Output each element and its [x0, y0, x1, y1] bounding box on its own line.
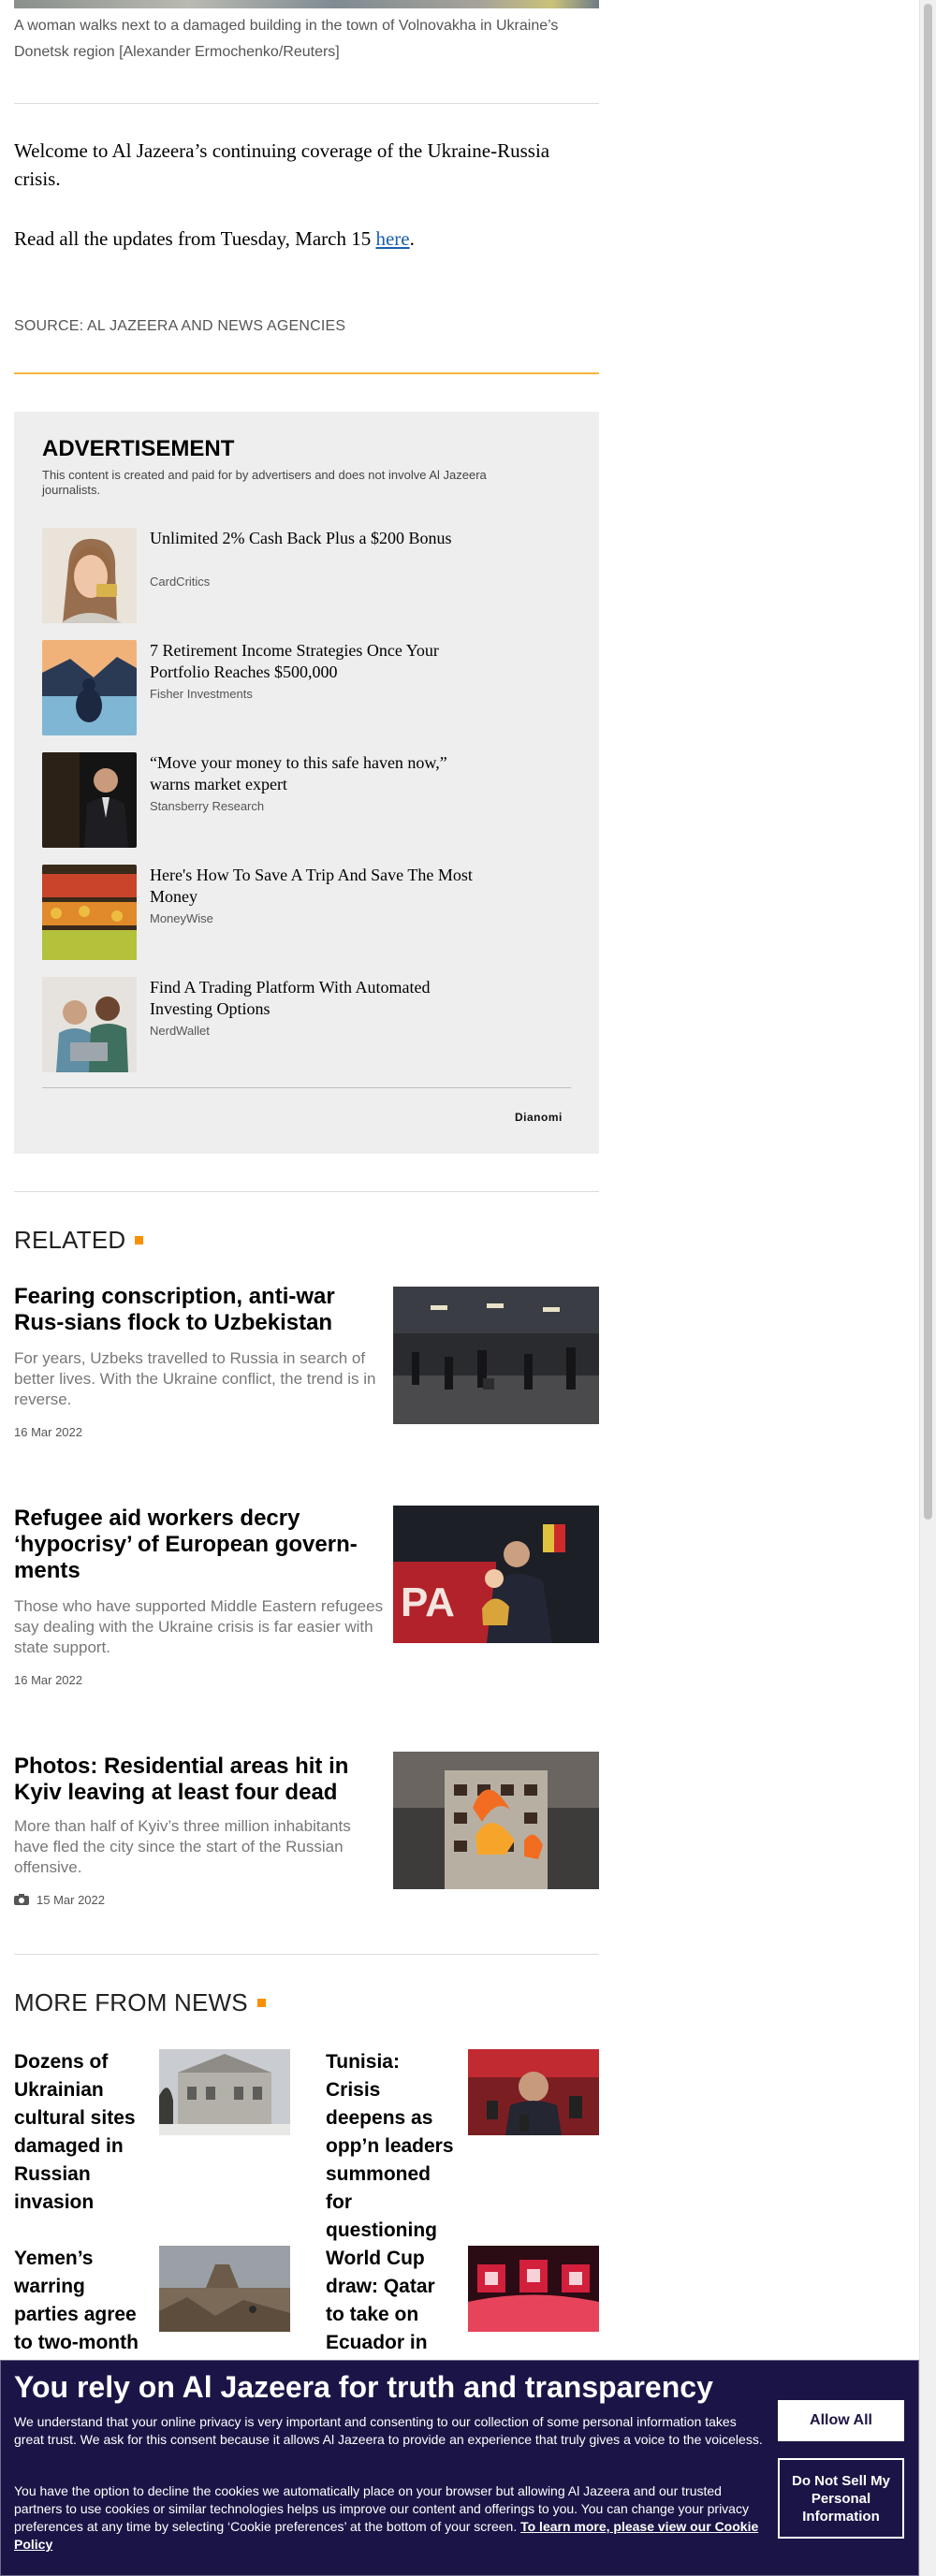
related-date: 15 Mar 2022	[37, 1893, 105, 1907]
ad-item[interactable]: Unlimited 2% Cash Back Plus a $200 Bonus…	[42, 528, 529, 623]
related-summary: Those who have supported Middle Eastern …	[14, 1597, 384, 1656]
image-caption: A woman walks next to a damaged building…	[14, 18, 559, 60]
camera-icon	[14, 1894, 29, 1905]
related-date: 16 Mar 2022	[14, 1425, 82, 1439]
related-section-title: RELATED	[14, 1226, 144, 1255]
ad-item[interactable]: 7 Retirement Income Strategies Once Your…	[42, 640, 529, 735]
article-hero-image	[14, 0, 599, 8]
ad-item[interactable]: “Move your money to this safe haven now,…	[42, 752, 529, 848]
ad-headline[interactable]: Find A Trading Platform With Automated I…	[150, 977, 477, 1020]
more-headline[interactable]: Tunisia: Crisis deepens as opp’n leaders…	[326, 2048, 457, 2245]
updates-line: Read all the updates from Tuesday, March…	[14, 225, 599, 253]
scrollbar-thumb[interactable]	[924, 4, 932, 1520]
svg-text:Dianomi: Dianomi	[515, 1111, 563, 1124]
advertisement-note: This content is created and paid for by …	[42, 468, 487, 497]
related-image[interactable]	[393, 1752, 599, 1889]
orange-divider	[14, 372, 599, 374]
cookie-text-options: You have the option to decline the cooki…	[14, 2482, 763, 2554]
ad-thumbnail[interactable]	[42, 528, 137, 623]
related-headline[interactable]: Photos: Residential areas hit in Kyiv le…	[14, 1754, 384, 1806]
divider	[14, 1954, 599, 1955]
ad-source: Stansberry Research	[150, 799, 265, 813]
cookie-banner: You rely on Al Jazeera for truth and tra…	[0, 2360, 919, 2576]
related-headline[interactable]: Refugee aid workers decry ‘hypocrisy’ of…	[14, 1506, 384, 1584]
related-image[interactable]	[393, 1287, 599, 1424]
article-source: SOURCE: AL JAZEERA AND NEWS AGENCIES	[14, 318, 346, 334]
ad-divider	[42, 1087, 571, 1088]
related-headline[interactable]: Fearing conscription, anti-war Rus-sians…	[14, 1284, 384, 1336]
cookie-banner-title: You rely on Al Jazeera for truth and tra…	[14, 2370, 713, 2404]
related-image[interactable]: PA	[393, 1506, 599, 1643]
ad-thumbnail[interactable]	[42, 865, 137, 960]
more-image[interactable]	[468, 2246, 599, 2332]
related-summary: For years, Uzbeks travelled to Russia in…	[14, 1349, 376, 1408]
updates-link[interactable]: here	[375, 227, 409, 250]
related-date: 16 Mar 2022	[14, 1673, 82, 1687]
svg-text:PA: PA	[401, 1579, 455, 1625]
more-image[interactable]	[159, 2049, 290, 2135]
cookie-text: We understand that your online privacy i…	[14, 2414, 763, 2447]
page-scrollbar[interactable]	[919, 0, 936, 2576]
dianomi-logo[interactable]: DianomiDianomi	[515, 1111, 571, 1127]
ad-thumbnail[interactable]	[42, 977, 137, 1072]
updates-text: Read all the updates from Tuesday, March…	[14, 227, 376, 250]
ad-headline[interactable]: Here's How To Save A Trip And Save The M…	[150, 865, 477, 908]
related-date-row: 15 Mar 2022	[14, 1893, 105, 1907]
do-not-sell-button[interactable]: Do Not Sell My Personal Information	[778, 2458, 904, 2539]
ad-headline[interactable]: Unlimited 2% Cash Back Plus a $200 Bonus	[150, 528, 477, 549]
more-image[interactable]	[159, 2246, 290, 2332]
advertisement-box: ADVERTISEMENT This content is created an…	[14, 412, 599, 1154]
allow-all-button[interactable]: Allow All	[778, 2400, 904, 2441]
ad-headline[interactable]: 7 Retirement Income Strategies Once Your…	[150, 640, 477, 683]
more-headline[interactable]: Dozens of Ukrainian cultural sites damag…	[14, 2048, 145, 2217]
article-lead: Welcome to Al Jazeera’s continuing cover…	[14, 139, 550, 190]
ad-source: CardCritics	[150, 575, 211, 589]
more-from-news-title: MORE FROM NEWS	[14, 1988, 266, 2017]
ad-thumbnail[interactable]	[42, 752, 137, 848]
divider	[14, 1191, 599, 1192]
related-summary: More than half of Kyiv’s three million i…	[14, 1817, 351, 1876]
divider	[14, 103, 599, 104]
more-headline[interactable]: World Cup draw: Qatar to take on Ecuador…	[326, 2245, 457, 2357]
ad-item[interactable]: Here's How To Save A Trip And Save The M…	[42, 865, 529, 960]
ad-headline[interactable]: “Move your money to this safe haven now,…	[150, 752, 477, 795]
more-image[interactable]	[468, 2049, 599, 2135]
ad-source: NerdWallet	[150, 1024, 210, 1038]
advertisement-title: ADVERTISEMENT	[42, 436, 235, 461]
square-bullet-icon	[135, 1236, 144, 1244]
ad-source: Fisher Investments	[150, 687, 253, 701]
ad-thumbnail[interactable]	[42, 640, 137, 735]
ad-item[interactable]: Find A Trading Platform With Automated I…	[42, 977, 529, 1072]
square-bullet-icon	[256, 1999, 266, 2007]
ad-source: MoneyWise	[150, 911, 213, 925]
updates-suffix: .	[409, 227, 415, 250]
